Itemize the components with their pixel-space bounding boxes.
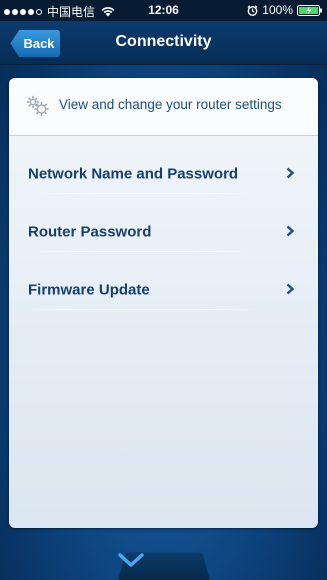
chevron-down-icon xyxy=(118,553,144,567)
page-title: Connectivity xyxy=(115,33,212,50)
battery-percentage: 100% xyxy=(262,3,293,17)
alarm-icon xyxy=(247,4,258,16)
menu-item-label: Router Password xyxy=(28,223,152,241)
card-header: View and change your router settings xyxy=(9,78,318,136)
gear-icon xyxy=(26,95,49,117)
menu-item-router-password[interactable]: Router Password xyxy=(9,194,318,252)
chevron-right-icon xyxy=(286,283,295,295)
status-right: 100% xyxy=(247,3,323,17)
status-bar: 中国电信 12:06 100% xyxy=(0,0,327,21)
menu-item-network-name-and-password[interactable]: Network Name and Password xyxy=(9,136,318,194)
menu-item-label: Firmware Update xyxy=(28,281,150,299)
chevron-right-icon xyxy=(286,225,295,237)
screen: 中国电信 12:06 100% Back Connectivity View a… xyxy=(0,0,327,580)
settings-card: View and change your router settings Net… xyxy=(9,78,318,528)
battery-icon xyxy=(297,4,322,16)
chevron-right-icon xyxy=(286,167,295,179)
divider xyxy=(28,309,258,310)
card-header-text: View and change your router settings xyxy=(59,97,282,112)
menu-item-label: Network Name and Password xyxy=(28,165,239,183)
navigation-bar: Back Connectivity xyxy=(0,21,327,65)
bottom-drawer-tab[interactable] xyxy=(117,552,211,580)
settings-menu-list: Network Name and Password Router Passwor… xyxy=(9,136,318,310)
menu-item-firmware-update[interactable]: Firmware Update xyxy=(9,252,318,310)
